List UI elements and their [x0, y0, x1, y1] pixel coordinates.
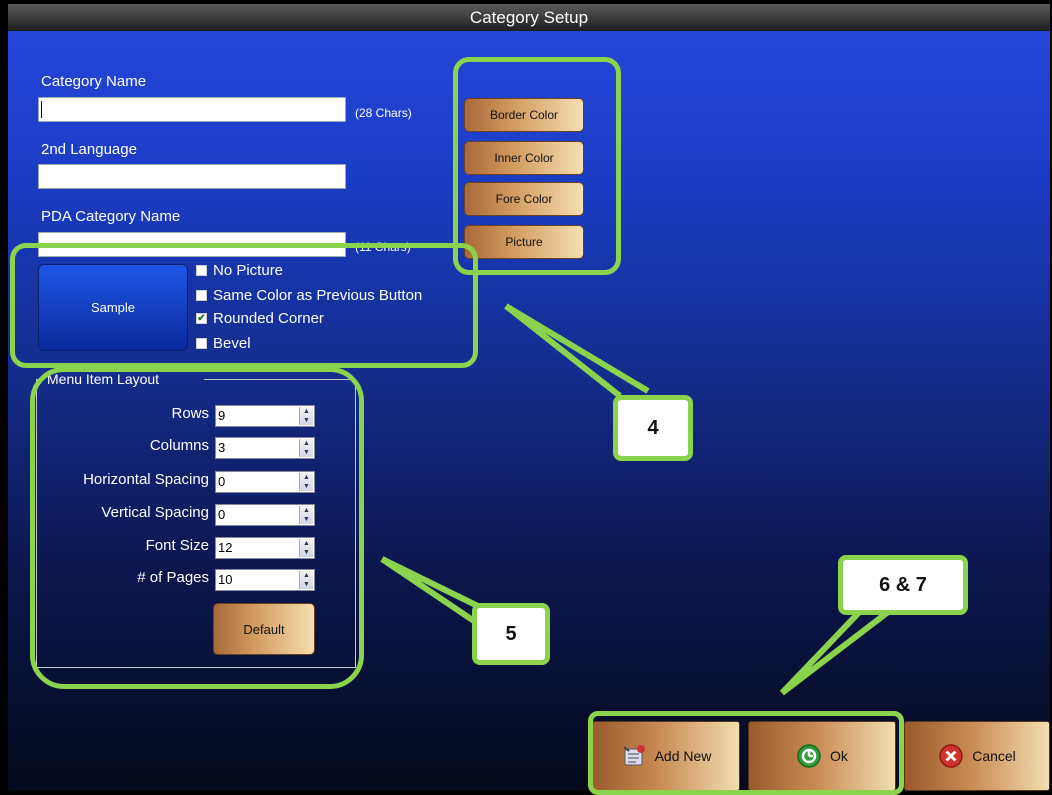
annotation-label-5: 5 — [472, 603, 550, 665]
annotation-label-6-7: 6 & 7 — [838, 555, 968, 615]
category-setup-form: Category Name (28 Chars) 2nd Language PD… — [8, 31, 1050, 795]
annotation-label-4: 4 — [613, 395, 693, 461]
window-title-bar: Category Setup — [8, 4, 1050, 31]
window-title: Category Setup — [469, 8, 589, 27]
annotation-pointers — [380, 303, 898, 696]
